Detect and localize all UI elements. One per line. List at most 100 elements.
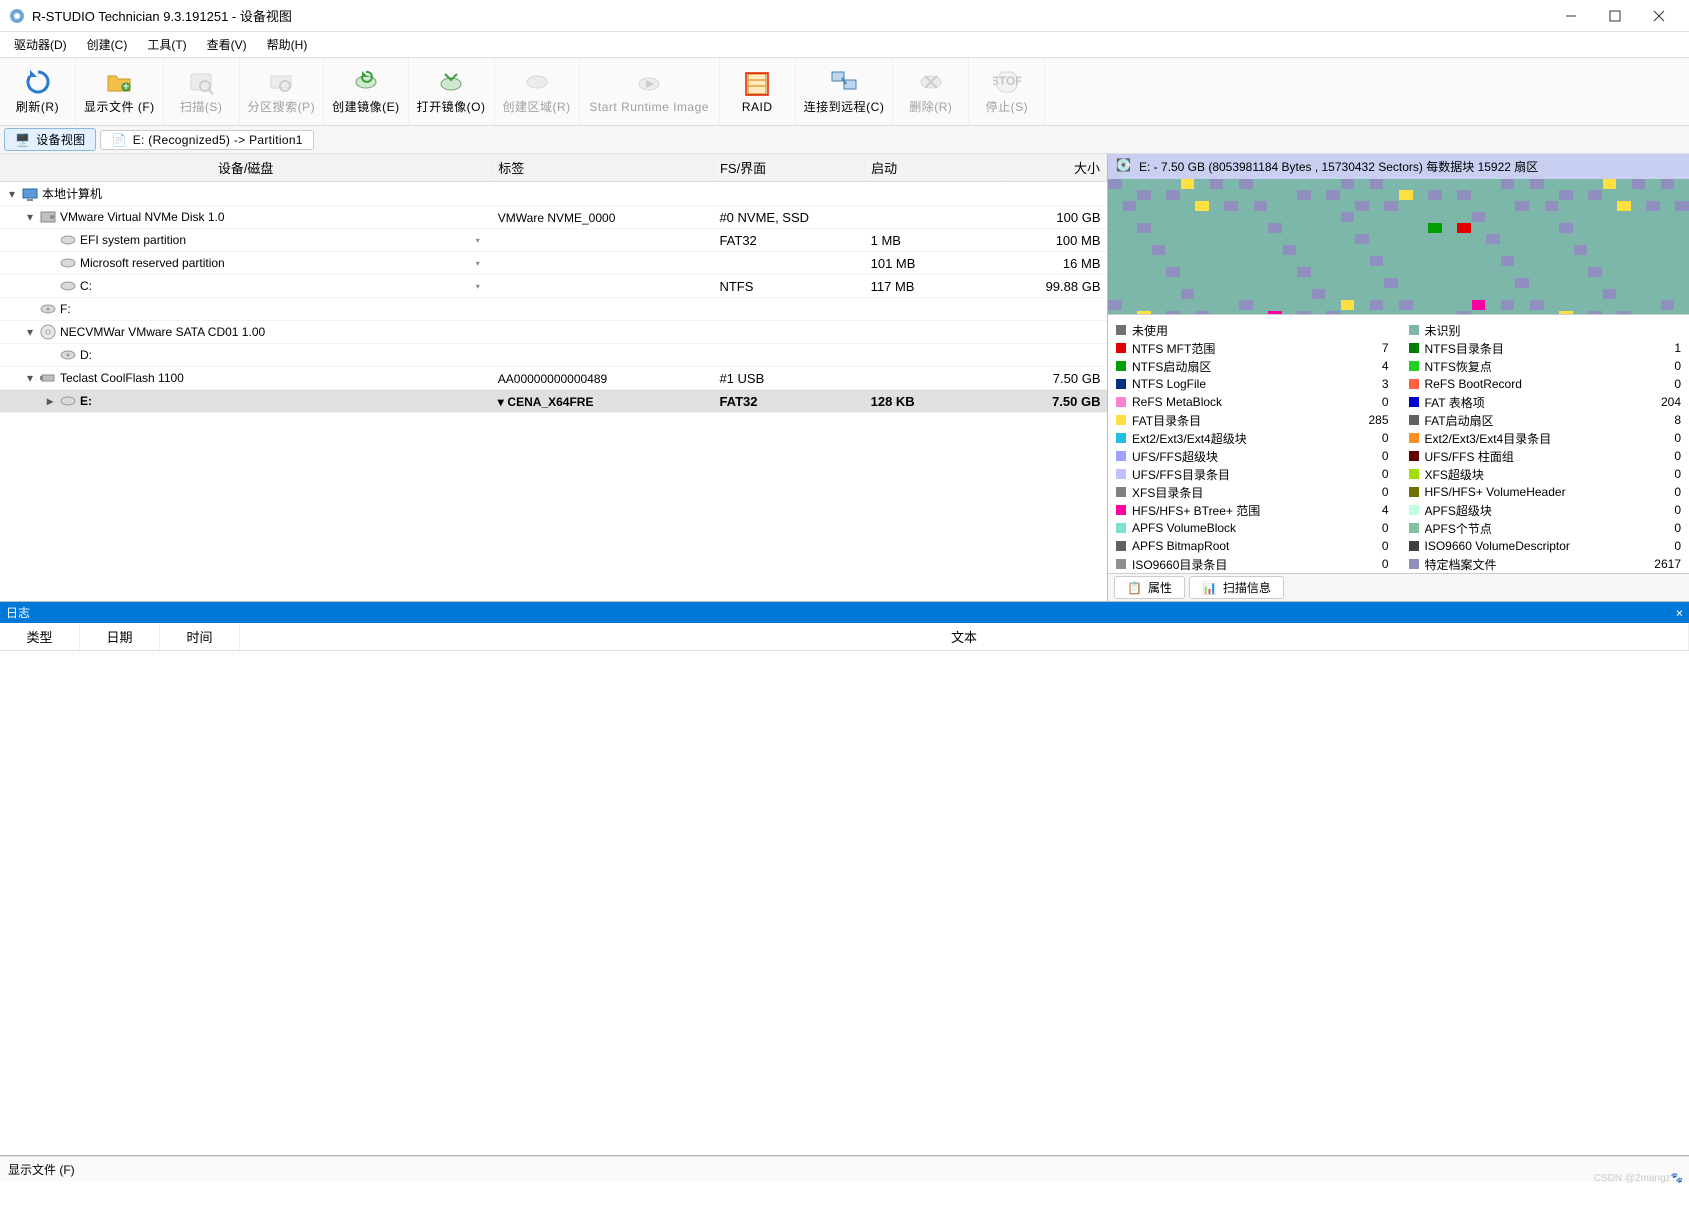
legend-row: UFS/FFS超级块0: [1116, 447, 1389, 465]
menu-help[interactable]: 帮助(H): [257, 34, 318, 55]
tb-connect-remote[interactable]: 连接到远程(C): [796, 58, 894, 125]
log-col-type[interactable]: 类型: [0, 623, 80, 650]
legend-row: APFS个节点0: [1409, 519, 1682, 537]
menu-drive[interactable]: 驱动器(D): [4, 34, 77, 55]
sector-map[interactable]: [1108, 179, 1689, 314]
tab-device-view[interactable]: 🖥️ 设备视图: [4, 128, 96, 151]
window-title: R-STUDIO Technician 9.3.191251 - 设备视图: [32, 6, 1549, 25]
device-name: C:: [80, 279, 92, 293]
device-fs: [713, 252, 864, 275]
log-col-text[interactable]: 文本: [240, 623, 1689, 650]
chevron-down-icon[interactable]: ▾: [476, 259, 486, 268]
legend-row: ReFS BootRecord0: [1409, 375, 1682, 393]
menu-view[interactable]: 查看(V): [197, 34, 257, 55]
legend-row: FAT 表格项204: [1409, 393, 1682, 411]
table-row[interactable]: F:: [0, 298, 1107, 321]
legend-row: UFS/FFS 柱面组0: [1409, 447, 1682, 465]
tb-raid[interactable]: RAID: [720, 58, 796, 125]
scan-icon: [187, 68, 215, 96]
legend-row: ISO9660目录条目0: [1116, 555, 1389, 573]
color-swatch: [1409, 433, 1419, 443]
chevron-down-icon[interactable]: ▾: [476, 236, 486, 245]
color-swatch: [1409, 343, 1419, 353]
info-tab-props[interactable]: 📋 属性: [1114, 576, 1185, 599]
tb-create-image-label: 创建镜像(E): [332, 98, 400, 115]
log-columns: 类型 日期 时间 文本: [0, 623, 1689, 651]
tb-refresh[interactable]: 刷新(R): [0, 58, 76, 125]
expand-toggle[interactable]: ▾: [6, 187, 18, 201]
table-row[interactable]: ▾本地计算机: [0, 182, 1107, 206]
legend-name: HFS/HFS+ VolumeHeader: [1425, 485, 1646, 499]
legend-value: 0: [1359, 485, 1389, 499]
color-swatch: [1116, 559, 1126, 569]
table-row[interactable]: ▸E:▾ CENA_X64FREFAT32128 KB7.50 GB: [0, 390, 1107, 413]
part-icon: [60, 278, 76, 294]
menubar: 驱动器(D) 创建(C) 工具(T) 查看(V) 帮助(H): [0, 32, 1689, 58]
col-start[interactable]: 启动: [865, 154, 1006, 182]
device-start: 128 KB: [865, 390, 1006, 413]
color-swatch: [1116, 523, 1126, 533]
log-col-date[interactable]: 日期: [80, 623, 160, 650]
color-swatch: [1116, 505, 1126, 515]
expand-toggle[interactable]: ▾: [24, 325, 36, 339]
legend-name: APFS BitmapRoot: [1132, 539, 1353, 553]
legend-row: NTFS恢复点0: [1409, 357, 1682, 375]
legend-row: ISO9660 VolumeDescriptor0: [1409, 537, 1682, 555]
legend-name: FAT目录条目: [1132, 412, 1353, 429]
close-button[interactable]: [1637, 0, 1681, 32]
tb-show-files[interactable]: + 显示文件 (F): [76, 58, 164, 125]
tb-runtime-image-label: Start Runtime Image: [589, 100, 709, 114]
table-row[interactable]: ▾NECVMWar VMware SATA CD01 1.00: [0, 321, 1107, 344]
device-size: [1006, 298, 1107, 321]
chevron-down-icon[interactable]: ▾: [498, 395, 504, 409]
device-size: 100 GB: [1006, 206, 1107, 229]
tb-open-image[interactable]: 打开镜像(O): [409, 58, 495, 125]
log-close-button[interactable]: ×: [1676, 606, 1683, 620]
legend-value: 0: [1651, 359, 1681, 373]
menu-create[interactable]: 创建(C): [77, 34, 138, 55]
color-swatch: [1409, 523, 1419, 533]
legend-value: 0: [1651, 431, 1681, 445]
legend-row: APFS VolumeBlock0: [1116, 519, 1389, 537]
tb-stop-label: 停止(S): [986, 98, 1029, 115]
expand-toggle[interactable]: ▸: [44, 394, 56, 408]
legend: 未使用NTFS MFT范围7NTFS启动扇区4NTFS LogFile3ReFS…: [1108, 314, 1689, 573]
tb-create-image[interactable]: 创建镜像(E): [324, 58, 409, 125]
legend-row: HFS/HFS+ VolumeHeader0: [1409, 483, 1682, 501]
expand-toggle[interactable]: ▾: [24, 210, 36, 224]
info-tab-scan[interactable]: 📊 扫描信息: [1189, 576, 1284, 599]
open-image-icon: [437, 68, 465, 96]
computer-icon: [22, 186, 38, 202]
tb-scan-label: 扫描(S): [180, 98, 223, 115]
color-swatch: [1116, 469, 1126, 479]
table-row[interactable]: EFI system partition▾FAT321 MB100 MB: [0, 229, 1107, 252]
device-start: [865, 298, 1006, 321]
color-swatch: [1116, 379, 1126, 389]
table-row[interactable]: ▾Teclast CoolFlash 1100AA00000000000489#…: [0, 367, 1107, 390]
device-size: 7.50 GB: [1006, 367, 1107, 390]
statusbar: 显示文件 (F): [0, 1156, 1689, 1182]
table-row[interactable]: C:▾NTFS117 MB99.88 GB: [0, 275, 1107, 298]
col-size[interactable]: 大小: [1006, 154, 1107, 182]
minimize-button[interactable]: [1549, 0, 1593, 32]
legend-row: HFS/HFS+ BTree+ 范围4: [1116, 501, 1389, 519]
device-fs: #1 USB: [713, 367, 864, 390]
table-row[interactable]: Microsoft reserved partition▾101 MB16 MB: [0, 252, 1107, 275]
legend-row: XFS目录条目0: [1116, 483, 1389, 501]
table-row[interactable]: D:: [0, 344, 1107, 367]
col-fs[interactable]: FS/界面: [713, 154, 864, 182]
legend-row: UFS/FFS目录条目0: [1116, 465, 1389, 483]
table-row[interactable]: ▾VMware Virtual NVMe Disk 1.0VMWare NVME…: [0, 206, 1107, 229]
menu-tools[interactable]: 工具(T): [137, 34, 196, 55]
folder-icon: +: [105, 68, 133, 96]
chevron-down-icon[interactable]: ▾: [476, 282, 486, 291]
col-device[interactable]: 设备/磁盘: [0, 154, 492, 182]
legend-value: 0: [1651, 503, 1681, 517]
log-col-time[interactable]: 时间: [160, 623, 240, 650]
main-split: 设备/磁盘 标签 FS/界面 启动 大小 ▾本地计算机▾VMware Virtu…: [0, 154, 1689, 602]
col-label[interactable]: 标签: [492, 154, 714, 182]
maximize-button[interactable]: [1593, 0, 1637, 32]
expand-toggle[interactable]: ▾: [24, 371, 36, 385]
tab-recognized[interactable]: 📄 E: (Recognized5) -> Partition1: [100, 130, 313, 150]
legend-name: HFS/HFS+ BTree+ 范围: [1132, 502, 1353, 519]
